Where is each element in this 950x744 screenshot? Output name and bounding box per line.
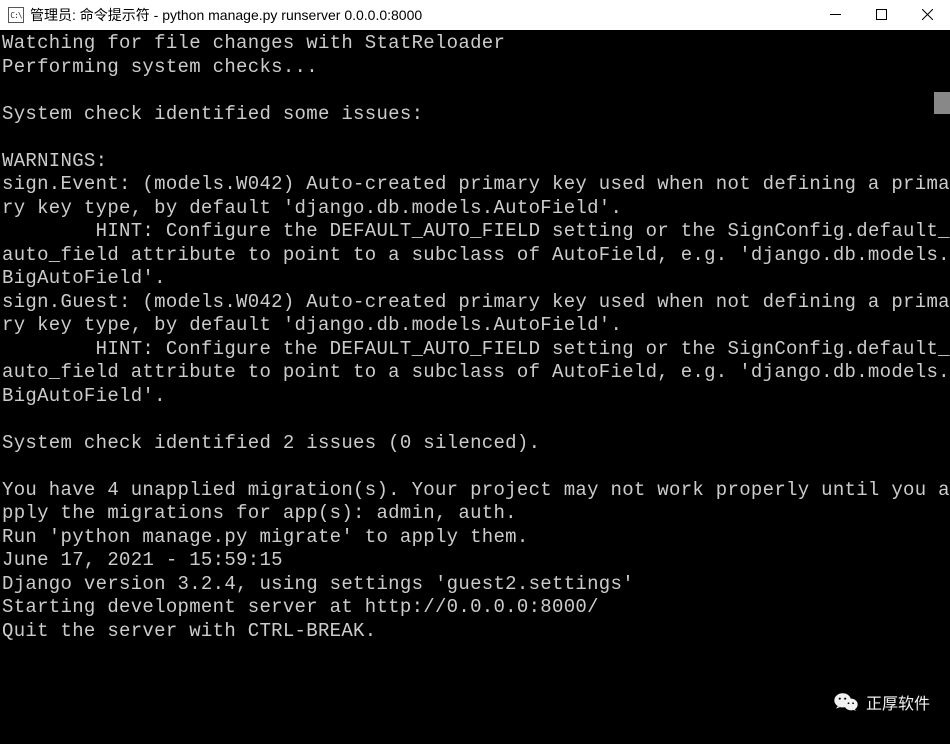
maximize-icon: [876, 7, 887, 23]
watermark: 正厚软件: [834, 690, 930, 714]
minimize-icon: [830, 7, 841, 23]
scrollbar-thumb[interactable]: [934, 92, 950, 114]
wechat-icon: [834, 690, 858, 714]
watermark-text: 正厚软件: [866, 690, 930, 714]
window-title: 管理员: 命令提示符 - python manage.py runserver …: [30, 5, 422, 25]
window-titlebar: C:\ 管理员: 命令提示符 - python manage.py runser…: [0, 0, 950, 30]
close-button[interactable]: [904, 0, 950, 30]
maximize-button[interactable]: [858, 0, 904, 30]
window-controls: [812, 0, 950, 30]
cmd-icon-label: C:\: [10, 11, 21, 20]
close-icon: [922, 7, 933, 23]
minimize-button[interactable]: [812, 0, 858, 30]
cmd-icon: C:\: [8, 7, 24, 23]
terminal-output[interactable]: Watching for file changes with StatReloa…: [0, 30, 950, 643]
